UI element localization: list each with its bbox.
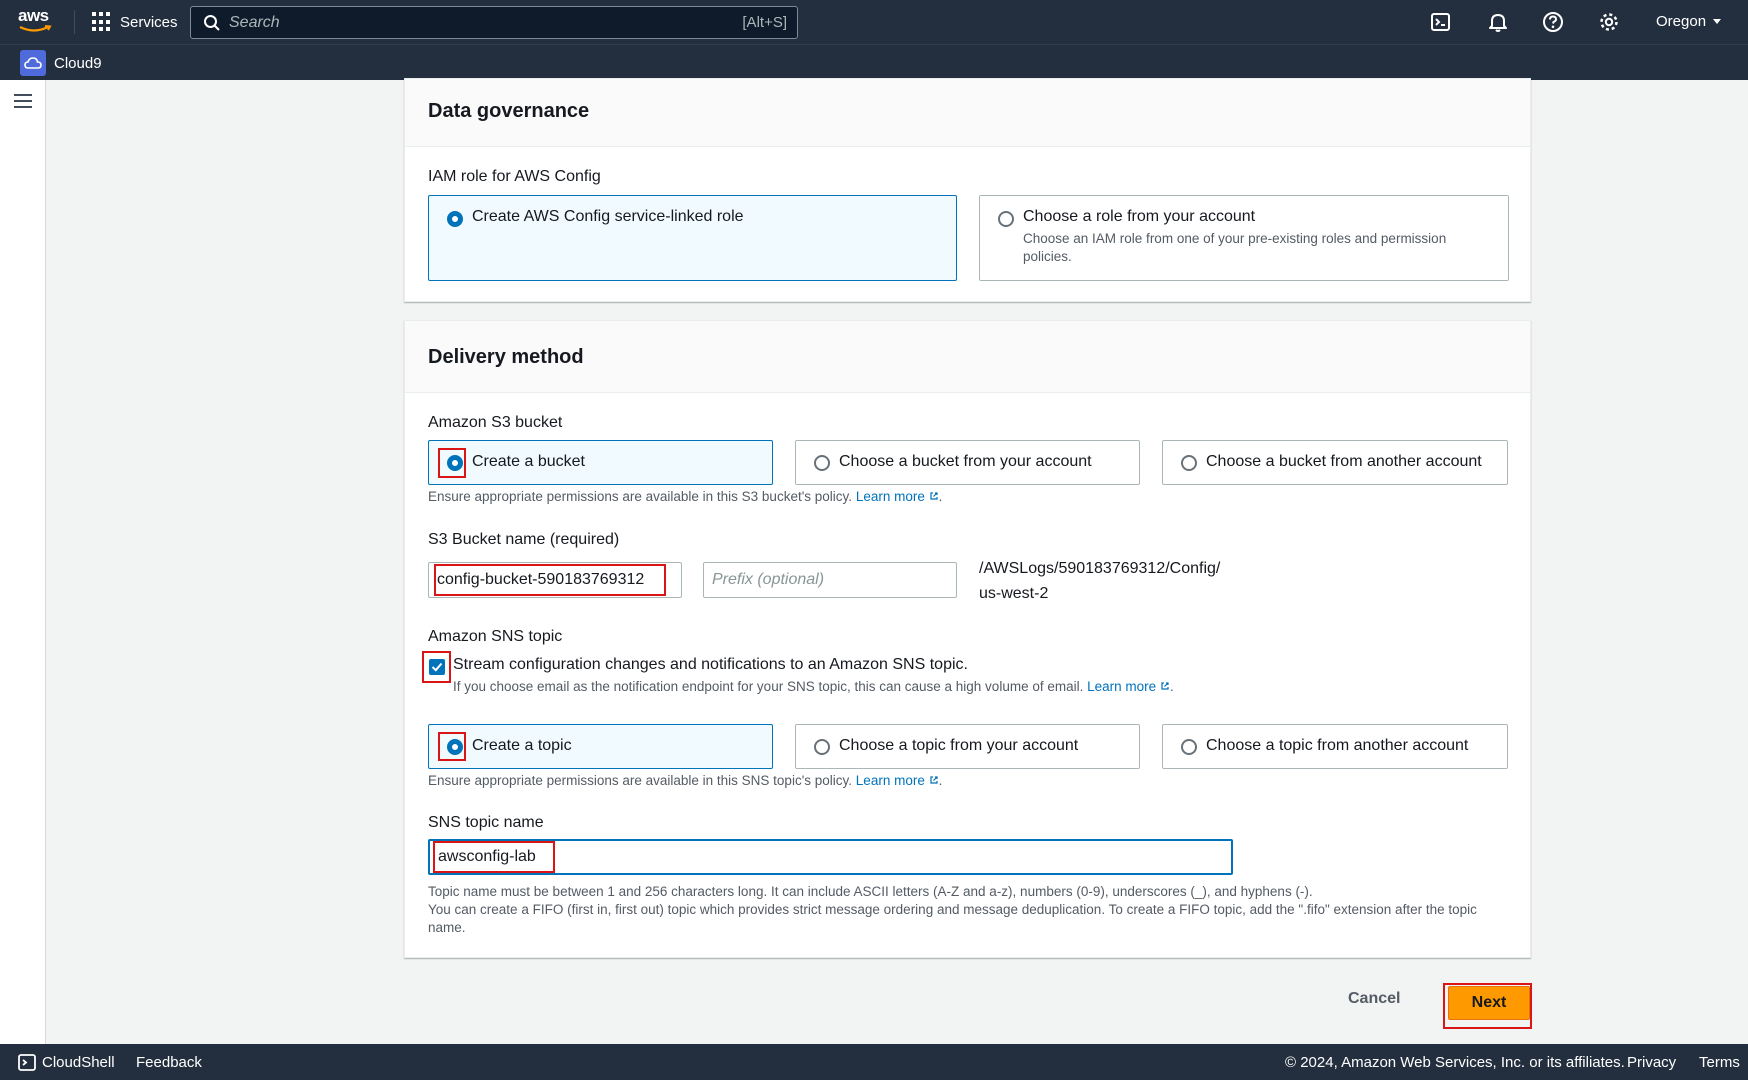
sns-option-another-account[interactable]: Choose a topic from another account: [1162, 724, 1508, 769]
sns-topic-name-input[interactable]: [428, 839, 1233, 875]
data-governance-panel: Data governance IAM role for AWS Config …: [404, 78, 1531, 302]
s3-path-suffix-line2: us-west-2: [979, 585, 1049, 602]
cancel-button[interactable]: Cancel: [1348, 990, 1400, 1008]
s3-bucket-label: Amazon S3 bucket: [428, 414, 563, 431]
delivery-method-header: Delivery method: [405, 321, 1530, 393]
sns-learn-more-link[interactable]: Learn more: [856, 773, 925, 788]
help-icon[interactable]: [1542, 11, 1564, 33]
next-button[interactable]: Next: [1448, 986, 1530, 1020]
cloud9-icon: [20, 50, 46, 76]
services-label: Services: [120, 13, 178, 31]
s3-option-choose-bucket[interactable]: Choose a bucket from your account: [795, 440, 1140, 485]
s3-bucket-name-label: S3 Bucket name (required): [428, 531, 620, 548]
s3-option-another-account[interactable]: Choose a bucket from another account: [1162, 440, 1508, 485]
search-input[interactable]: [229, 11, 689, 35]
iam-role-label: IAM role for AWS Config: [428, 168, 601, 185]
footer: CloudShell Feedback © 2024, Amazon Web S…: [0, 1044, 1748, 1080]
iam-option-choose-description: Choose an IAM role from one of your pre-…: [1023, 231, 1447, 264]
footer-copyright: © 2024, Amazon Web Services, Inc. or its…: [1285, 1054, 1625, 1071]
cloudshell-footer-icon[interactable]: [18, 1054, 36, 1071]
sns-option-choose-label: Choose a topic from your account: [839, 737, 1079, 754]
side-navigation: [0, 80, 46, 1044]
aws-smile-icon: [19, 25, 52, 32]
sns-stream-checkbox-label[interactable]: Stream configuration changes and notific…: [453, 656, 968, 674]
external-link-icon: [930, 776, 938, 784]
sns-volume-learn-more-link[interactable]: Learn more: [1087, 679, 1156, 694]
sns-hint-text: Ensure appropriate permissions are avail…: [428, 773, 853, 788]
s3-option-another-label: Choose a bucket from another account: [1206, 453, 1482, 470]
data-governance-title: Data governance: [428, 100, 590, 122]
aws-logo-text: aws: [18, 6, 49, 25]
s3-path-suffix-line1: /AWSLogs/590183769312/Config/: [979, 560, 1221, 577]
sns-stream-checkbox[interactable]: [429, 659, 445, 675]
aws-logo[interactable]: aws: [18, 7, 56, 37]
search-box[interactable]: [Alt+S]: [190, 6, 798, 39]
s3-bucket-name-input[interactable]: [428, 562, 682, 598]
delivery-method-title: Delivery method: [428, 346, 584, 368]
sns-option-create-topic[interactable]: Create a topic: [428, 724, 773, 769]
iam-option-create-service-linked-role[interactable]: Create AWS Config service-linked role: [428, 195, 957, 281]
sns-topic-rule-length: Topic name must be between 1 and 256 cha…: [428, 884, 1313, 899]
check-icon: [431, 662, 443, 672]
radio-create-topic[interactable]: [447, 739, 463, 755]
s3-option-create-bucket[interactable]: Create a bucket: [428, 440, 773, 485]
iam-option-choose-label: Choose a role from your account: [1023, 208, 1256, 225]
region-selector[interactable]: Oregon: [1656, 13, 1722, 30]
service-bar: Cloud9: [0, 44, 1748, 80]
s3-hint-text: Ensure appropriate permissions are avail…: [428, 489, 853, 504]
caret-down-icon: [1713, 18, 1722, 24]
bell-icon[interactable]: [1487, 11, 1509, 33]
radio-choose-bucket[interactable]: [814, 455, 830, 471]
s3-permissions-hint: Ensure appropriate permissions are avail…: [428, 489, 943, 504]
nav-divider: [74, 10, 75, 34]
top-navigation: aws Services [Alt+S] Oregon: [0, 0, 1748, 44]
search-shortcut-hint: [Alt+S]: [742, 14, 787, 31]
footer-terms-link[interactable]: Terms: [1699, 1054, 1740, 1071]
search-icon: [204, 15, 220, 31]
cloud9-shortcut[interactable]: Cloud9: [20, 50, 102, 76]
sns-volume-hint-text: If you choose email as the notification …: [453, 679, 1084, 694]
sns-topic-name-label: SNS topic name: [428, 814, 544, 831]
sns-permissions-hint: Ensure appropriate permissions are avail…: [428, 773, 943, 788]
iam-option-create-label: Create AWS Config service-linked role: [472, 208, 744, 225]
sns-topic-rule-fifo: You can create a FIFO (first in, first o…: [428, 902, 1477, 935]
sns-volume-hint: If you choose email as the notification …: [453, 679, 1174, 694]
delivery-method-panel: Delivery method Amazon S3 bucket Create …: [404, 320, 1531, 958]
radio-create-role[interactable]: [447, 211, 463, 227]
s3-prefix-input[interactable]: [703, 562, 957, 598]
sns-topic-rules: Topic name must be between 1 and 256 cha…: [428, 883, 1508, 937]
s3-learn-more-link[interactable]: Learn more: [856, 489, 925, 504]
radio-bucket-another-account[interactable]: [1181, 455, 1197, 471]
iam-option-choose-role[interactable]: Choose a role from your account Choose a…: [979, 195, 1509, 281]
radio-create-bucket[interactable]: [447, 455, 463, 471]
gear-icon[interactable]: [1598, 11, 1620, 33]
footer-cloudshell-link[interactable]: CloudShell: [42, 1054, 115, 1071]
menu-icon[interactable]: [14, 94, 32, 110]
radio-choose-topic[interactable]: [814, 739, 830, 755]
region-label: Oregon: [1656, 13, 1707, 30]
sns-topic-label: Amazon SNS topic: [428, 628, 563, 645]
cloud9-label: Cloud9: [54, 54, 102, 72]
cloudshell-icon[interactable]: [1430, 11, 1452, 33]
sns-option-another-label: Choose a topic from another account: [1206, 737, 1469, 754]
radio-topic-another-account[interactable]: [1181, 739, 1197, 755]
footer-privacy-link[interactable]: Privacy: [1627, 1054, 1676, 1071]
sns-option-choose-topic[interactable]: Choose a topic from your account: [795, 724, 1140, 769]
data-governance-header: Data governance: [405, 79, 1530, 147]
footer-feedback-link[interactable]: Feedback: [136, 1054, 202, 1071]
grid-icon: [92, 12, 112, 32]
external-link-icon: [1161, 682, 1169, 690]
s3-option-create-label: Create a bucket: [472, 453, 585, 470]
services-menu-button[interactable]: Services: [92, 12, 178, 32]
s3-option-choose-label: Choose a bucket from your account: [839, 453, 1092, 470]
external-link-icon: [930, 492, 938, 500]
sns-option-create-label: Create a topic: [472, 737, 572, 754]
radio-choose-role[interactable]: [998, 211, 1014, 227]
